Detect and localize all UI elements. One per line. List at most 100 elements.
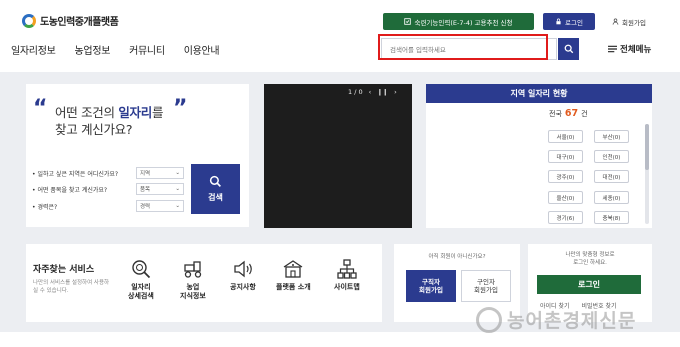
search-icon bbox=[564, 44, 573, 54]
nav-item-community[interactable]: 커뮤니티 bbox=[129, 42, 165, 57]
user-icon bbox=[612, 18, 619, 25]
region-total-label: 전국 bbox=[549, 110, 562, 118]
nav-item-agriculture[interactable]: 농업정보 bbox=[75, 42, 111, 57]
region-cell-daejeon[interactable]: 대전(0) bbox=[594, 170, 629, 183]
search-input[interactable]: 검색어를 입력하세요 bbox=[381, 38, 557, 60]
pause-icon[interactable]: ❙❙ bbox=[377, 88, 388, 96]
region-cell-incheon[interactable]: 인천(0) bbox=[594, 150, 629, 163]
region-total-unit: 건 bbox=[581, 110, 588, 118]
region-scrollbar[interactable] bbox=[645, 124, 649, 224]
crop-question-row: • 어떤 품목을 찾고 계신가요? 품목 ⌄ bbox=[32, 183, 184, 195]
service-notice[interactable]: 공지사항 bbox=[230, 258, 256, 292]
login-message-line1: 나만의 맞춤형 정보로 bbox=[565, 252, 615, 258]
region-cell-busan[interactable]: 부산(0) bbox=[594, 130, 629, 143]
jobseeker-label-2: 회원가입 bbox=[419, 286, 443, 294]
next-icon[interactable]: › bbox=[394, 88, 397, 96]
employer-label-2: 회원가입 bbox=[474, 286, 498, 294]
job-search-label: 검색 bbox=[208, 193, 223, 202]
building-icon bbox=[283, 260, 303, 278]
slide-counter: 1 / 0 bbox=[348, 88, 363, 96]
lock-icon bbox=[556, 18, 561, 25]
services-description: 나만의 서비스를 설정하여 사용하실 수 있습니다. bbox=[33, 280, 110, 294]
region-total: 전국 67 건 bbox=[549, 108, 588, 119]
login-message-line2: 로그인 하세요. bbox=[573, 260, 607, 266]
video-banner[interactable] bbox=[264, 84, 412, 228]
chevron-down-icon: ⌄ bbox=[175, 170, 180, 176]
job-search-headline: 어떤 조건의 일자리를 찾고 계신가요? bbox=[55, 104, 163, 138]
crop-select[interactable]: 품목 ⌄ bbox=[136, 183, 184, 195]
login-button[interactable]: 로그인 bbox=[537, 275, 641, 294]
watermark-text: 농어촌경제신문 bbox=[507, 310, 637, 332]
signup-label: 회원가입 bbox=[622, 18, 646, 27]
watermark-logo-icon bbox=[476, 306, 502, 333]
site-logo[interactable]: 도농인력중개플랫폼 bbox=[22, 13, 119, 28]
document-check-icon bbox=[404, 18, 412, 25]
all-menu-button[interactable]: 전체메뉴 bbox=[608, 43, 651, 55]
signup-button[interactable]: 회원가입 bbox=[603, 13, 655, 30]
service-label-line2: 지식정보 bbox=[180, 292, 206, 300]
logo-text: 도농인력중개플랫폼 bbox=[40, 17, 119, 28]
service-label-line1: 농업 bbox=[186, 283, 200, 291]
slider-controls: 1 / 0 ‹ ❙❙ › bbox=[348, 88, 397, 96]
service-sitemap[interactable]: 사이트맵 bbox=[334, 258, 360, 292]
region-cell-daegu[interactable]: 대구(0) bbox=[548, 150, 583, 163]
region-jobs-title: 지역 일자리 현황 bbox=[426, 84, 652, 103]
nav-item-guide[interactable]: 이용안내 bbox=[184, 42, 220, 57]
region-total-value: 67 bbox=[564, 108, 579, 119]
crop-question-label: 어떤 품목을 찾고 계신가요? bbox=[37, 186, 108, 194]
service-label-line2: 상세검색 bbox=[128, 292, 154, 300]
top-login-button[interactable]: 로그인 bbox=[543, 13, 595, 30]
search-button[interactable] bbox=[558, 38, 579, 60]
region-cell-seoul[interactable]: 서울(0) bbox=[548, 130, 583, 143]
search-icon bbox=[209, 175, 221, 187]
headline-text-post: 를 bbox=[151, 105, 164, 120]
tractor-icon bbox=[184, 261, 202, 278]
chevron-down-icon: ⌄ bbox=[175, 186, 180, 192]
chevron-down-icon: ⌄ bbox=[175, 203, 180, 209]
speaker-icon bbox=[234, 260, 252, 278]
region-cell-ulsan[interactable]: 울산(0) bbox=[548, 191, 583, 204]
region-cell-gyeonggi[interactable]: 경기(6) bbox=[548, 211, 583, 224]
region-question-row: • 일하고 싶은 지역은 어디신가요? 지역 ⌄ bbox=[32, 167, 184, 179]
headline-text-pre: 어떤 조건의 bbox=[55, 105, 119, 120]
career-question-label: 경력은? bbox=[37, 203, 58, 211]
main-nav: 일자리정보 농업정보 커뮤니티 이용안내 bbox=[11, 42, 220, 57]
top-login-label: 로그인 bbox=[565, 18, 583, 27]
jobseeker-signup-button[interactable]: 구직자 회원가입 bbox=[406, 270, 456, 302]
services-title: 자주찾는 서비스 bbox=[33, 265, 95, 275]
employer-label-1: 구인자 bbox=[477, 278, 495, 286]
crop-select-value: 품목 bbox=[140, 187, 151, 193]
search-doc-icon bbox=[132, 260, 151, 279]
employment-recommendation-label: 숙련기능인력(E-7-4) 고용추천 신청 bbox=[414, 18, 513, 27]
service-label-line1: 플랫폼 소개 bbox=[276, 283, 311, 291]
region-select-value: 지역 bbox=[140, 171, 151, 177]
employment-recommendation-button[interactable]: 숙련기능인력(E-7-4) 고용추천 신청 bbox=[383, 13, 534, 30]
jobseeker-label-1: 구직자 bbox=[422, 278, 440, 286]
headline-highlight: 일자리 bbox=[118, 105, 152, 120]
region-select[interactable]: 지역 ⌄ bbox=[136, 167, 184, 179]
member-question: 아직 회원이 아니신가요? bbox=[428, 254, 486, 260]
job-search-button[interactable]: 검색 bbox=[191, 164, 240, 214]
service-label-line1: 일자리 bbox=[131, 283, 151, 291]
quote-close-icon: ” bbox=[173, 96, 188, 121]
career-select-value: 경력 bbox=[140, 204, 151, 210]
all-menu-label: 전체메뉴 bbox=[620, 45, 652, 55]
logo-icon bbox=[22, 13, 36, 28]
quote-open-icon: “ bbox=[33, 96, 48, 121]
region-cell-chungbuk[interactable]: 충북(8) bbox=[594, 211, 629, 224]
region-cell-sejong[interactable]: 세종(0) bbox=[594, 191, 629, 204]
service-platform-intro[interactable]: 플랫폼 소개 bbox=[276, 258, 311, 292]
career-select[interactable]: 경력 ⌄ bbox=[136, 200, 184, 212]
service-job-search[interactable]: 일자리 상세검색 bbox=[128, 258, 154, 301]
service-agri-knowledge[interactable]: 농업 지식정보 bbox=[180, 258, 206, 301]
scrollbar-thumb[interactable] bbox=[645, 124, 649, 170]
career-question-row: • 경력은? 경력 ⌄ bbox=[32, 200, 184, 212]
sitemap-icon bbox=[337, 259, 357, 279]
nav-item-jobs[interactable]: 일자리정보 bbox=[11, 42, 56, 57]
employer-signup-button[interactable]: 구인자 회원가입 bbox=[461, 270, 511, 302]
region-question-label: 일하고 싶은 지역은 어디신가요? bbox=[37, 170, 119, 178]
service-label-line1: 공지사항 bbox=[230, 283, 256, 291]
service-label-line1: 사이트맵 bbox=[334, 283, 360, 291]
region-cell-gwangju[interactable]: 광주(0) bbox=[548, 170, 583, 183]
prev-icon[interactable]: ‹ bbox=[369, 88, 372, 96]
